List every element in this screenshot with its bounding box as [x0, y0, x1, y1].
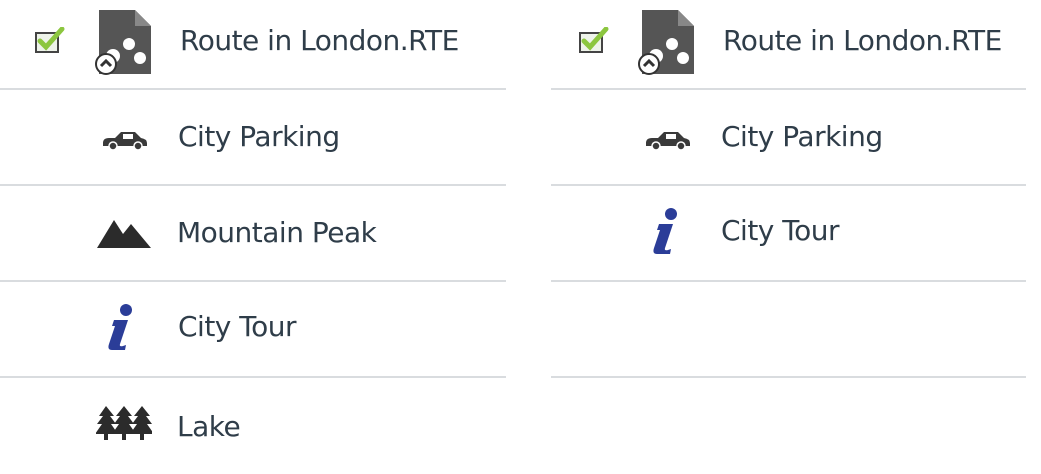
- route-header-row[interactable]: Route in London.RTE: [0, 0, 506, 90]
- route-file-icon: [95, 10, 151, 75]
- route-title: Route in London.RTE: [180, 24, 459, 57]
- waypoint-row[interactable]: Lake: [0, 378, 506, 474]
- route-checkbox[interactable]: [35, 27, 65, 53]
- route-file-icon: [638, 10, 694, 75]
- info-icon: [108, 304, 132, 350]
- route-title: Route in London.RTE: [723, 24, 1002, 57]
- waypoint-label: Lake: [177, 410, 241, 443]
- route-checkbox[interactable]: [579, 27, 609, 53]
- route-header-row[interactable]: Route in London.RTE: [551, 0, 1026, 90]
- trees-icon: [96, 406, 152, 440]
- waypoint-row[interactable]: City Tour: [551, 186, 1026, 282]
- mountain-icon: [97, 220, 151, 248]
- waypoint-label: City Tour: [178, 310, 297, 343]
- waypoint-row[interactable]: Mountain Peak: [0, 186, 506, 282]
- waypoint-label: City Parking: [178, 120, 340, 153]
- waypoint-label: City Parking: [721, 120, 883, 153]
- left-waypoint-panel: Route in London.RTE City Parking Mountai…: [0, 0, 506, 443]
- empty-row: [551, 282, 1026, 378]
- waypoint-row[interactable]: City Parking: [0, 90, 506, 186]
- waypoint-label: Mountain Peak: [177, 216, 377, 249]
- car-icon: [646, 132, 690, 150]
- info-icon: [653, 208, 677, 254]
- car-icon: [103, 132, 147, 150]
- waypoint-row[interactable]: City Parking: [551, 90, 1026, 186]
- right-waypoint-panel: Route in London.RTE City Parking City To…: [551, 0, 1026, 443]
- waypoint-label: City Tour: [721, 214, 840, 247]
- waypoint-row[interactable]: City Tour: [0, 282, 506, 378]
